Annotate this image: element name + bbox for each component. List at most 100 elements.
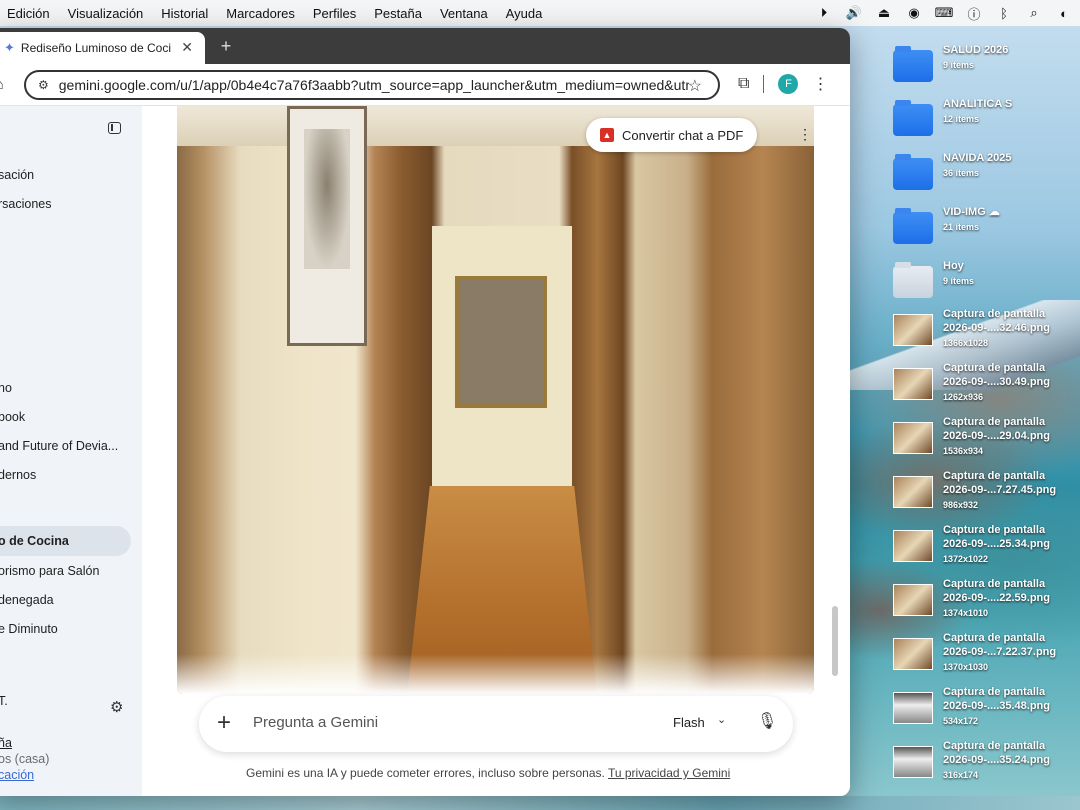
desktop-folder[interactable]: Hoy 9 ítems	[893, 260, 1080, 304]
sidebar-item[interactable]: dernos	[0, 468, 36, 482]
image-thumbnail	[893, 314, 933, 346]
tune-icon[interactable]: ⚙	[38, 78, 49, 92]
gemini-app: sación rsaciones no book and Future of D…	[0, 106, 850, 796]
image-thumbnail	[893, 422, 933, 454]
desktop-folder[interactable]: SALUD 2026 9 ítems	[893, 44, 1080, 88]
volume-icon[interactable]: 🔊	[846, 5, 862, 21]
tab-title: Rediseño Luminoso de Cocina	[20, 41, 171, 55]
bluetooth-icon[interactable]: ᛒ	[996, 5, 1012, 21]
menu-perfiles[interactable]: Perfiles	[304, 6, 365, 21]
wallpaper-lake	[0, 796, 1080, 810]
chat-image	[177, 106, 814, 694]
desktop-screenshot[interactable]: Captura de pantalla 2026-09-....30.49.pn…	[893, 362, 1080, 406]
eject-icon[interactable]: ⏏	[876, 5, 892, 21]
model-selector[interactable]: Flash	[673, 715, 705, 730]
star-icon[interactable]: ☆	[688, 76, 702, 96]
convert-pdf-button[interactable]: ▲ Convertir chat a PDF	[586, 118, 758, 152]
sidebar-toggle-icon[interactable]	[108, 122, 121, 134]
image-thumbnail	[893, 476, 933, 508]
menu-bar: Edición Visualización Historial Marcador…	[0, 0, 1080, 26]
profile-avatar[interactable]: F	[778, 74, 799, 94]
update-location-link[interactable]: cación	[0, 768, 34, 782]
address-bar[interactable]: ⚙ gemini.google.com/u/1/app/0b4e4c7a76f3…	[24, 70, 720, 100]
browser-window: ✦ Rediseño Luminoso de Cocina ✕ + ⌂ ⚙ ge…	[0, 28, 850, 796]
control-center-icon[interactable]: ◐	[1056, 5, 1072, 21]
desktop-folder[interactable]: ANALITICA S 12 ítems	[893, 98, 1080, 142]
privacy-link[interactable]: Tu privacidad y Gemini	[608, 766, 730, 780]
sidebar-item[interactable]: and Future of Devia...	[0, 439, 118, 453]
info-icon[interactable]: ⓘ	[966, 5, 982, 22]
sidebar-item[interactable]: denegada	[0, 593, 54, 607]
mirror	[455, 276, 547, 408]
home-icon[interactable]: ⌂	[0, 76, 4, 94]
search-icon[interactable]: ⌕	[1026, 5, 1042, 21]
scrollbar[interactable]	[832, 606, 838, 676]
folder-icon	[893, 100, 933, 136]
desktop-screenshot[interactable]: Captura de pantalla 2026-09-....35.24.pn…	[893, 740, 1080, 784]
url-text[interactable]: gemini.google.com/u/1/app/0b4e4c7a76f3aa…	[59, 77, 689, 93]
disclaimer: Gemini es una IA y puede cometer errores…	[246, 766, 730, 780]
folder-icon	[893, 46, 933, 82]
tab-active[interactable]: ✦ Rediseño Luminoso de Cocina ✕	[0, 32, 205, 64]
desktop-screenshot[interactable]: Captura de pantalla 2026-09-....35.48.pn…	[893, 686, 1080, 730]
image-thumbnail	[893, 746, 933, 778]
desktop-folder[interactable]: NAVIDA 2025 36 ítems	[893, 152, 1080, 196]
chevron-down-icon[interactable]: ⌄	[717, 713, 726, 726]
sidebar-item[interactable]: no	[0, 381, 12, 395]
tab-strip: ✦ Rediseño Luminoso de Cocina ✕ +	[0, 28, 850, 64]
footer-location: os (casa)	[0, 752, 50, 766]
menu-ayuda[interactable]: Ayuda	[497, 6, 552, 21]
sidebar-item[interactable]: orismo para Salón	[0, 564, 99, 578]
wall-picture	[287, 106, 367, 346]
desktop-screenshot[interactable]: Captura de pantalla 2026-09-...7.27.45.p…	[893, 470, 1080, 514]
keyboard-icon[interactable]: ⌨	[935, 5, 954, 21]
footer-link[interactable]: ña	[0, 736, 12, 750]
browser-toolbar: ⌂ ⚙ gemini.google.com/u/1/app/0b4e4c7a76…	[0, 64, 850, 106]
menu-historial[interactable]: Historial	[152, 6, 217, 21]
folder-icon	[893, 154, 933, 190]
prompt-box[interactable]: + Pregunta a Gemini Flash ⌄ 🎙	[199, 696, 793, 752]
settings-icon[interactable]: ⚙	[110, 698, 123, 716]
folder-icon	[893, 208, 933, 244]
desktop-screenshot[interactable]: Captura de pantalla 2026-09-....32.46.pn…	[893, 308, 1080, 352]
image-thumbnail	[893, 584, 933, 616]
more-icon[interactable]: ⋮	[812, 74, 828, 94]
disclaimer-text: Gemini es una IA y puede cometer errores…	[246, 766, 605, 780]
pdf-icon: ▲	[600, 128, 614, 142]
gemini-icon: ✦	[4, 40, 15, 55]
menu-ventana[interactable]: Ventana	[431, 6, 497, 21]
user-circle-icon[interactable]: ◉	[906, 5, 922, 21]
sidebar-item[interactable]: e Diminuto	[0, 622, 58, 636]
more-icon[interactable]: ⋮	[798, 126, 812, 143]
sidebar: sación rsaciones no book and Future of D…	[0, 106, 142, 796]
sidebar-item[interactable]: rsaciones	[0, 197, 52, 211]
folder-icon	[893, 262, 933, 298]
menu-pestana[interactable]: Pestaña	[365, 6, 431, 21]
sidebar-item[interactable]: book	[0, 410, 25, 424]
toolbar-divider	[763, 75, 765, 93]
desktop-screenshot[interactable]: Captura de pantalla 2026-09-....22.59.pn…	[893, 578, 1080, 622]
desktop-screenshot[interactable]: Captura de pantalla 2026-09-....29.04.pn…	[893, 416, 1080, 460]
menu-edicion[interactable]: Edición	[0, 6, 59, 21]
sidebar-item-active[interactable]: o de Cocina	[0, 526, 131, 556]
new-tab-button[interactable]: +	[214, 34, 238, 58]
image-thumbnail	[893, 638, 933, 670]
microphone-icon[interactable]: 🎙	[757, 711, 777, 731]
user-name: T.	[0, 694, 8, 708]
prompt-input[interactable]: Pregunta a Gemini	[253, 714, 378, 731]
image-thumbnail	[893, 530, 933, 562]
menu-marcadores[interactable]: Marcadores	[217, 6, 304, 21]
extensions-icon[interactable]: ⧉	[738, 75, 749, 93]
desktop-folder[interactable]: VID-IMG ☁ 21 ítems	[893, 206, 1080, 250]
desktop-screenshot[interactable]: Captura de pantalla 2026-09-....25.34.pn…	[893, 524, 1080, 568]
desktop-screenshot[interactable]: Captura de pantalla 2026-09-...7.22.37.p…	[893, 632, 1080, 676]
plus-icon[interactable]: +	[217, 708, 231, 738]
sidebar-item[interactable]: sación	[0, 168, 34, 182]
menu-visualizacion[interactable]: Visualización	[59, 6, 153, 21]
close-icon[interactable]: ✕	[181, 39, 193, 56]
image-thumbnail	[893, 368, 933, 400]
hallway-photo	[177, 106, 814, 694]
convert-pdf-label: Convertir chat a PDF	[622, 127, 744, 143]
play-circle-icon[interactable]: ⏵	[816, 5, 832, 21]
image-thumbnail	[893, 692, 933, 724]
